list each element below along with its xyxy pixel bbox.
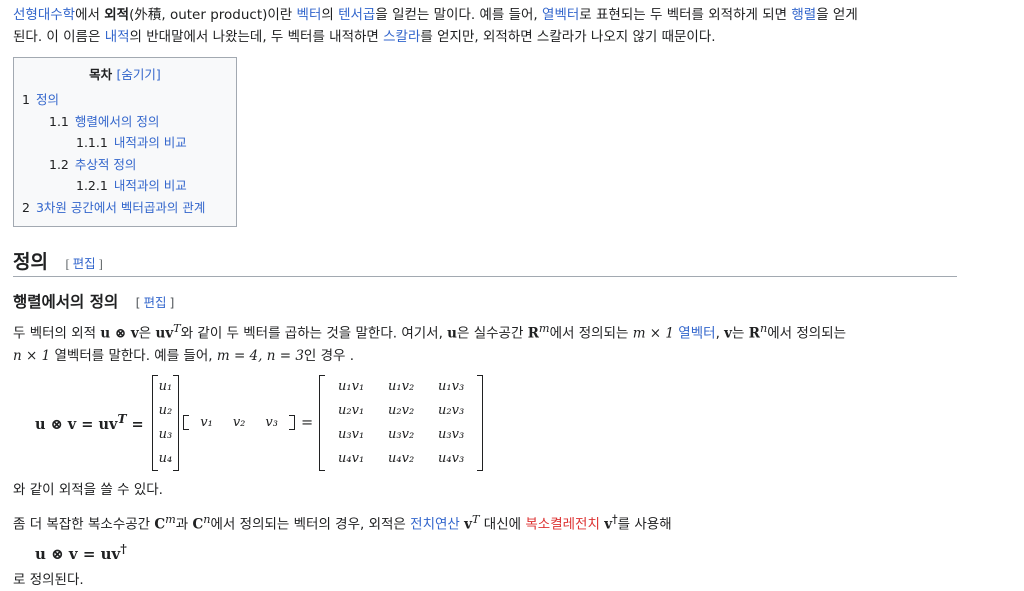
math-outer-product: u ⊗ v — [100, 325, 139, 342]
toc-item-1-2[interactable]: 1.2 추상적 정의 — [14, 154, 236, 176]
link-vector[interactable]: 벡터 — [297, 7, 322, 23]
toc-title: 목차 [숨기기] — [89, 67, 161, 82]
link-inner-product[interactable]: 내적 — [105, 29, 130, 45]
subsection-edit-link: [편집] — [135, 295, 175, 310]
link-column-vector-2[interactable]: 열벡터 — [678, 326, 715, 342]
v-row-vector: v₁ v₂ v₃ — [183, 415, 295, 430]
equation-outer-product-matrix: u ⊗ v = uvT = u₁ u₂ u₃ u₄ v₁ v₂ v₃ = u₁v… — [35, 374, 963, 471]
toc-item-1[interactable]: 1 정의 — [14, 89, 236, 111]
link-column-vector[interactable]: 열벡터 — [542, 7, 579, 23]
definition-paragraph: 두 벡터의 외적 u ⊗ v은 uvT와 같이 두 벡터를 곱하는 것을 말한다… — [13, 322, 847, 364]
link-linear-algebra[interactable]: 선형대수학 — [13, 7, 75, 23]
article-content: 선형대수학에서 외적(外積, outer product)이란 벡터의 텐서곱을… — [13, 4, 963, 591]
link-matrix[interactable]: 행렬 — [791, 7, 816, 23]
paragraph-defined: 로 정의된다. — [13, 572, 84, 588]
toc-item-1-1-1[interactable]: 1.1.1 내적과의 비교 — [14, 132, 236, 154]
link-tensor-product[interactable]: 텐서곱 — [338, 7, 375, 23]
table-of-contents: 목차 [숨기기] 1 정의 1.1 행렬에서의 정의 1.1.1 내적과의 비교 1.… — [13, 57, 237, 227]
paragraph-outer-product-note: 와 같이 외적을 쓸 수 있다. — [13, 481, 163, 498]
paragraph-complex-space: 좀 더 복잡한 복소수공간 Cm과 Cn에서 정의되는 벡터의 경우, 외적은 … — [13, 512, 672, 533]
section-edit-link: [편집] — [65, 257, 103, 271]
result-matrix: u₁v₁ u₁v₂ u₁v₃ u₂v₁ u₂v₂ u₂v₃ u₃v₁ u₃v₂ … — [319, 374, 484, 471]
section-heading-definition: 정의 [편집] — [13, 247, 957, 277]
intro-paragraph: 선형대수학에서 외적(外積, outer product)이란 벡터의 텐서곱을… — [13, 7, 858, 45]
toc-item-2[interactable]: 2 3차원 공간에서 벡터곱과의 관계 — [14, 197, 236, 219]
subsection-heading-matrix-definition: 행렬에서의 정의 [편집] — [13, 293, 175, 311]
u-column-vector: u₁ u₂ u₃ u₄ — [151, 374, 180, 471]
link-scalar[interactable]: 스칼라 — [383, 29, 420, 45]
toc-item-1-1[interactable]: 1.1 행렬에서의 정의 — [14, 111, 236, 133]
link-transpose[interactable]: 전치연산 — [410, 516, 460, 532]
edit-button[interactable]: 편집 — [144, 295, 167, 310]
link-conjugate-transpose[interactable]: 복소켤레전치 — [525, 516, 600, 532]
equation-conjugate-outer-product: u ⊗ v = uv† — [35, 541, 127, 563]
toc-toggle-button[interactable]: [숨기기] — [117, 67, 161, 82]
toc-item-1-2-1[interactable]: 1.2.1 내적과의 비교 — [14, 175, 236, 197]
edit-button[interactable]: 편집 — [73, 257, 96, 271]
